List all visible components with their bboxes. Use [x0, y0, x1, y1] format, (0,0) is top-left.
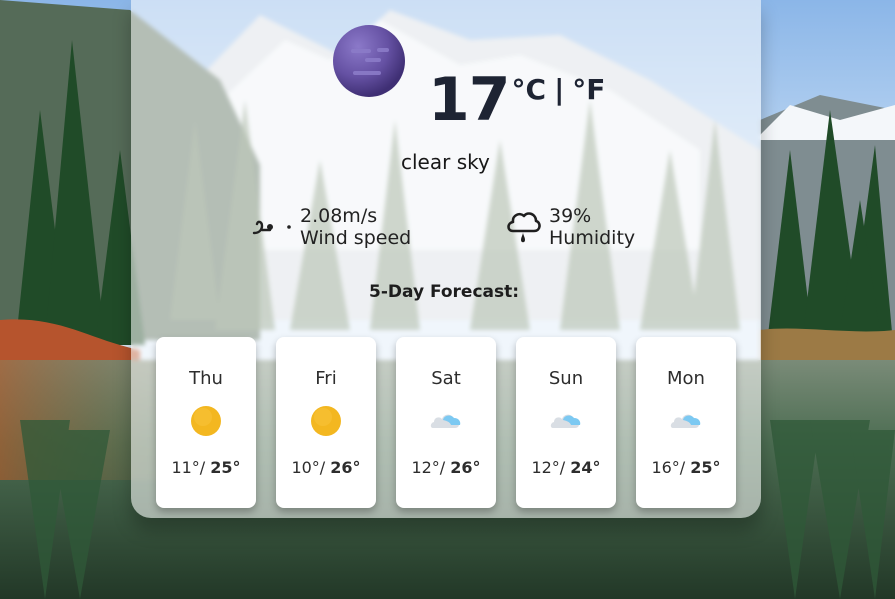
forecast-min: 12° [411, 458, 440, 477]
cloud-icon [429, 404, 463, 438]
forecast-separator: / [319, 458, 326, 477]
forecast-separator: / [679, 458, 686, 477]
unit-switch: °C | °F [512, 72, 606, 108]
humidity-label: Humidity [549, 227, 636, 249]
cloud-icon [669, 404, 703, 438]
forecast-max: 26° [330, 458, 361, 477]
forecast-card: Thu 11°/ 25° [156, 337, 256, 508]
forecast-card: Sat 12°/ 26° [396, 337, 496, 508]
unit-separator: | [554, 73, 565, 106]
temperature-value: 17 [428, 65, 510, 135]
forecast-separator: / [199, 458, 206, 477]
forecast-min: 11° [171, 458, 200, 477]
wind-stat: 2.08m/s Wind speed [252, 205, 411, 249]
forecast-min: 16° [651, 458, 680, 477]
wind-speed-label: Wind speed [300, 227, 412, 249]
forecast-day: Mon [667, 368, 705, 389]
forecast-temps: 12°/ 24° [516, 458, 616, 477]
forecast-day: Sat [431, 368, 461, 389]
cloud-icon [549, 404, 583, 438]
wind-icon [252, 220, 291, 235]
forecast-max: 25° [210, 458, 241, 477]
sun-icon [309, 404, 343, 438]
forecast-list: Thu 11°/ 25° Fri 10°/ 26° Sat 12°/ 26° S… [156, 337, 736, 508]
fahrenheit-toggle[interactable]: °F [572, 72, 605, 108]
sun-icon [189, 404, 223, 438]
forecast-day: Sun [548, 368, 584, 389]
celsius-toggle[interactable]: °C [512, 72, 547, 108]
humidity-value: 39% [549, 205, 592, 227]
forecast-min: 12° [531, 458, 560, 477]
forecast-title: 5-Day Forecast: [369, 282, 520, 302]
humidity-stat: 39% Humidity [505, 205, 635, 249]
forecast-separator: / [559, 458, 566, 477]
moon-icon [333, 25, 405, 97]
forecast-day: Thu [189, 368, 223, 389]
forecast-temps: 16°/ 25° [636, 458, 736, 477]
forecast-min: 10° [291, 458, 320, 477]
weather-description: clear sky [401, 150, 490, 174]
wind-speed-value: 2.08m/s [300, 205, 378, 227]
forecast-temps: 12°/ 26° [396, 458, 496, 477]
forecast-card: Fri 10°/ 26° [276, 337, 376, 508]
forecast-day: Fri [315, 368, 337, 389]
forecast-temps: 11°/ 25° [156, 458, 256, 477]
forecast-card: Mon 16°/ 25° [636, 337, 736, 508]
forecast-temps: 10°/ 26° [276, 458, 376, 477]
forecast-max: 26° [450, 458, 481, 477]
forecast-max: 25° [690, 458, 721, 477]
temperature-display: 17 °C | °F [428, 68, 605, 138]
forecast-card: Sun 12°/ 24° [516, 337, 616, 508]
forecast-separator: / [439, 458, 446, 477]
forecast-max: 24° [570, 458, 601, 477]
humidity-icon [507, 212, 541, 243]
